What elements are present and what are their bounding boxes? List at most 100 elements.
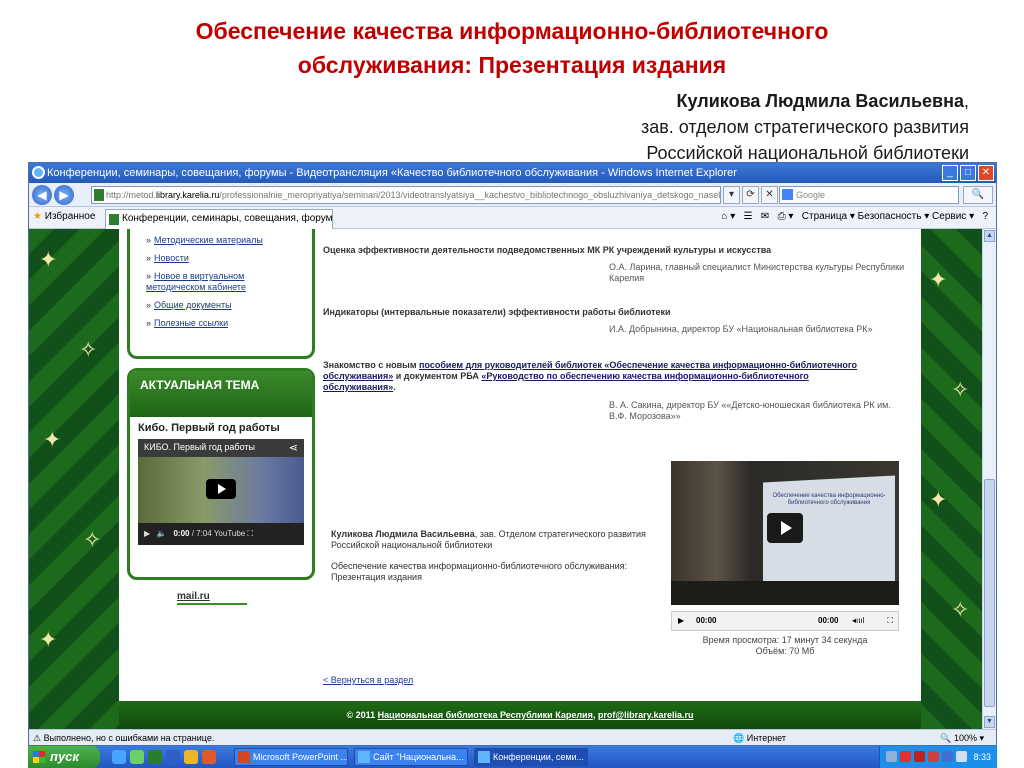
scroll-down-icon[interactable]: ▼ [984,716,995,728]
favorites-button[interactable]: ★ Избранное [33,211,95,222]
browser-tab[interactable]: Конференции, семинары, совещания, форумы… [105,209,333,229]
snowflake-icon: ✧ [79,337,98,362]
talk-author-2: И.А. Добрынина, директор БУ «Национальна… [609,324,873,334]
snowflake-icon: ✧ [951,377,970,402]
search-button[interactable]: 🔍 [963,186,993,204]
share-icon[interactable]: ⋖ [289,441,298,454]
desktop-quicklaunch-icon[interactable] [130,750,144,764]
search-input[interactable]: Google [779,186,959,204]
slide-author-role-line-1: зав. отделом стратегического развития [640,117,969,137]
feed-icon[interactable]: ☰ [744,211,753,222]
video-info: Время просмотра: 17 минут 34 секунда Объ… [671,635,899,657]
taskbar-item-library-site[interactable]: Сайт "Национальна... [354,748,468,766]
presentation-slide: Обеспечение качества информационно-библи… [0,0,1024,768]
network-icon[interactable] [942,751,953,762]
search-placeholder: Google [796,190,826,200]
sidebar-menu: » Методические материалы » Новости » Новое … [127,229,315,359]
stop-icon[interactable]: ✕ [761,186,778,204]
mail-icon[interactable]: ✉ [761,211,769,222]
command-tools[interactable]: ⌂ ▾ ☰ ✉ ⎙ ▾ Страница ▾ Безопасность ▾ Се… [721,211,988,222]
maximize-button[interactable]: □ [960,165,976,181]
featured-talk: Куликова Людмила Васильевна, зав. Отдело… [331,529,651,583]
page-footer: © 2011 Национальная библиотека Республик… [119,701,921,729]
home-icon[interactable]: ⌂ [721,211,727,222]
youtube-logo[interactable]: YouTube [214,529,245,538]
ie-icon [478,751,490,763]
scroll-up-icon[interactable]: ▲ [984,230,995,242]
url-input[interactable]: http://metod.library.karelia.ru/professi… [91,186,721,204]
dropdown-arrow-icon[interactable]: ▾ [723,186,740,204]
fullscreen-icon[interactable]: ⛶ [887,612,893,630]
snowflake-icon: ✧ [951,597,970,622]
minimize-button[interactable]: _ [942,165,958,181]
video-view-time: Время просмотра: 17 минут 34 секунда [702,635,868,645]
close-button[interactable]: ✕ [978,165,994,181]
vertical-scrollbar[interactable]: ▲ ▼ [982,229,996,729]
media-quicklaunch-icon[interactable] [184,750,198,764]
speaker-icon[interactable] [956,751,967,762]
footer-email-link[interactable]: prof@library.karelia.ru [598,710,694,720]
language-icon[interactable] [886,751,897,762]
play-icon[interactable] [767,513,803,543]
browser-quicklaunch-icon[interactable] [202,750,216,764]
current-topic-title[interactable]: Кибо. Первый год работы [130,417,312,439]
page-viewport[interactable]: ✦ ✧ ✦ ✧ ✦ ✦ ✧ ✦ ✧ » Методические материал… [29,229,984,729]
url-path: /professionalnie_meropriyatiya/seminari/… [219,190,721,200]
mail-ru-logo[interactable]: mail.ru [177,591,210,602]
excel-quicklaunch-icon[interactable] [148,750,162,764]
web-page: » Методические материалы » Новости » Новое … [119,229,921,729]
current-topic-heading: АКТУАЛЬНАЯ ТЕМА [130,371,312,417]
browser-window: Конференции, семинары, совещания, форумы… [28,162,997,746]
back-arrow-icon[interactable]: ◀ [32,185,52,205]
sidebar-item-news[interactable]: » Новости [146,253,302,264]
browser-titlebar[interactable]: Конференции, семинары, совещания, форумы… [29,163,996,183]
scroll-thumb[interactable] [984,479,995,707]
mail-ru-underline [177,603,247,605]
forward-arrow-icon[interactable]: ▶ [54,185,74,205]
play-small-icon[interactable]: ▶ [678,612,684,630]
video-podium [671,581,899,605]
taskbar-item-powerpoint[interactable]: Microsoft PowerPoint ... [234,748,348,766]
start-button[interactable]: пуск [28,746,100,768]
sidebar-item-links[interactable]: » Полезные ссылки [146,318,302,329]
ie-quicklaunch-icon[interactable] [112,750,126,764]
snowflake-icon: ✦ [929,487,948,512]
zoom-level[interactable]: 🔍 100% ▾ [940,730,984,745]
talk-author-1: О.А. Ларина, главный специалист Министер… [609,262,905,283]
video-player[interactable]: Обеспечение качества информационно-библи… [671,461,899,605]
print-icon[interactable]: ⎙ [778,211,786,222]
tab-label: Конференции, семинары, совещания, форумы… [122,213,333,224]
sidebar-item-documents[interactable]: » Общие документы [146,300,302,311]
volume-icon[interactable]: 🔈 [157,529,167,538]
powerpoint-icon [238,751,250,763]
slide-author-comma: , [963,91,969,111]
play-small-icon[interactable]: ▶ [144,529,150,538]
footer-library-link[interactable]: Национальная библиотека Республики Карел… [378,710,593,720]
keyboard-icon[interactable] [928,751,939,762]
security-zone[interactable]: 🌐 Интернет [733,730,786,745]
clock[interactable]: 8:33 [973,746,991,768]
volume-icon[interactable]: ◂ıııl [852,612,864,630]
snowflake-icon: ✦ [39,247,58,272]
video-controls: ▶ 00:00 00:00 ◂ıııl ⛶ [671,611,899,631]
help-icon[interactable]: ? [982,211,988,222]
refresh-icon[interactable]: ⟳ [742,186,759,204]
url-prefix: http://metod. [106,190,157,200]
fullscreen-icon[interactable]: ⛶ [247,529,253,538]
youtube-video-player[interactable]: КИБО. Первый год работы ⋖ ▶ 🔈 0:00 / 7:0… [138,439,304,545]
tools-menus[interactable]: Страница ▾ Безопасность ▾ Сервис ▾ [802,211,974,222]
video-time-start: 00:00 [696,616,717,625]
sidebar-item-new-in-cabinet[interactable]: » Новое в виртуальном методическом кабине… [146,271,302,293]
left-column: » Методические материалы » Новости » Новое … [127,229,315,580]
globe-icon: 🌐 [733,733,745,743]
play-icon[interactable] [206,479,236,499]
back-to-section-link[interactable]: < Вернуться в раздел [323,675,413,685]
snowflake-icon: ✦ [929,267,948,292]
taskbar-item-conferences[interactable]: Конференции, семи... [474,748,588,766]
sidebar-item-methodical[interactable]: » Методические материалы [146,235,302,246]
status-message[interactable]: ⚠ Выполнено, но с ошибками на странице. [33,730,214,745]
pdf-icon[interactable] [914,751,925,762]
word-quicklaunch-icon[interactable] [166,750,180,764]
antivirus-icon[interactable] [900,751,911,762]
featured-speaker: Куликова Людмила Васильевна [331,529,475,539]
